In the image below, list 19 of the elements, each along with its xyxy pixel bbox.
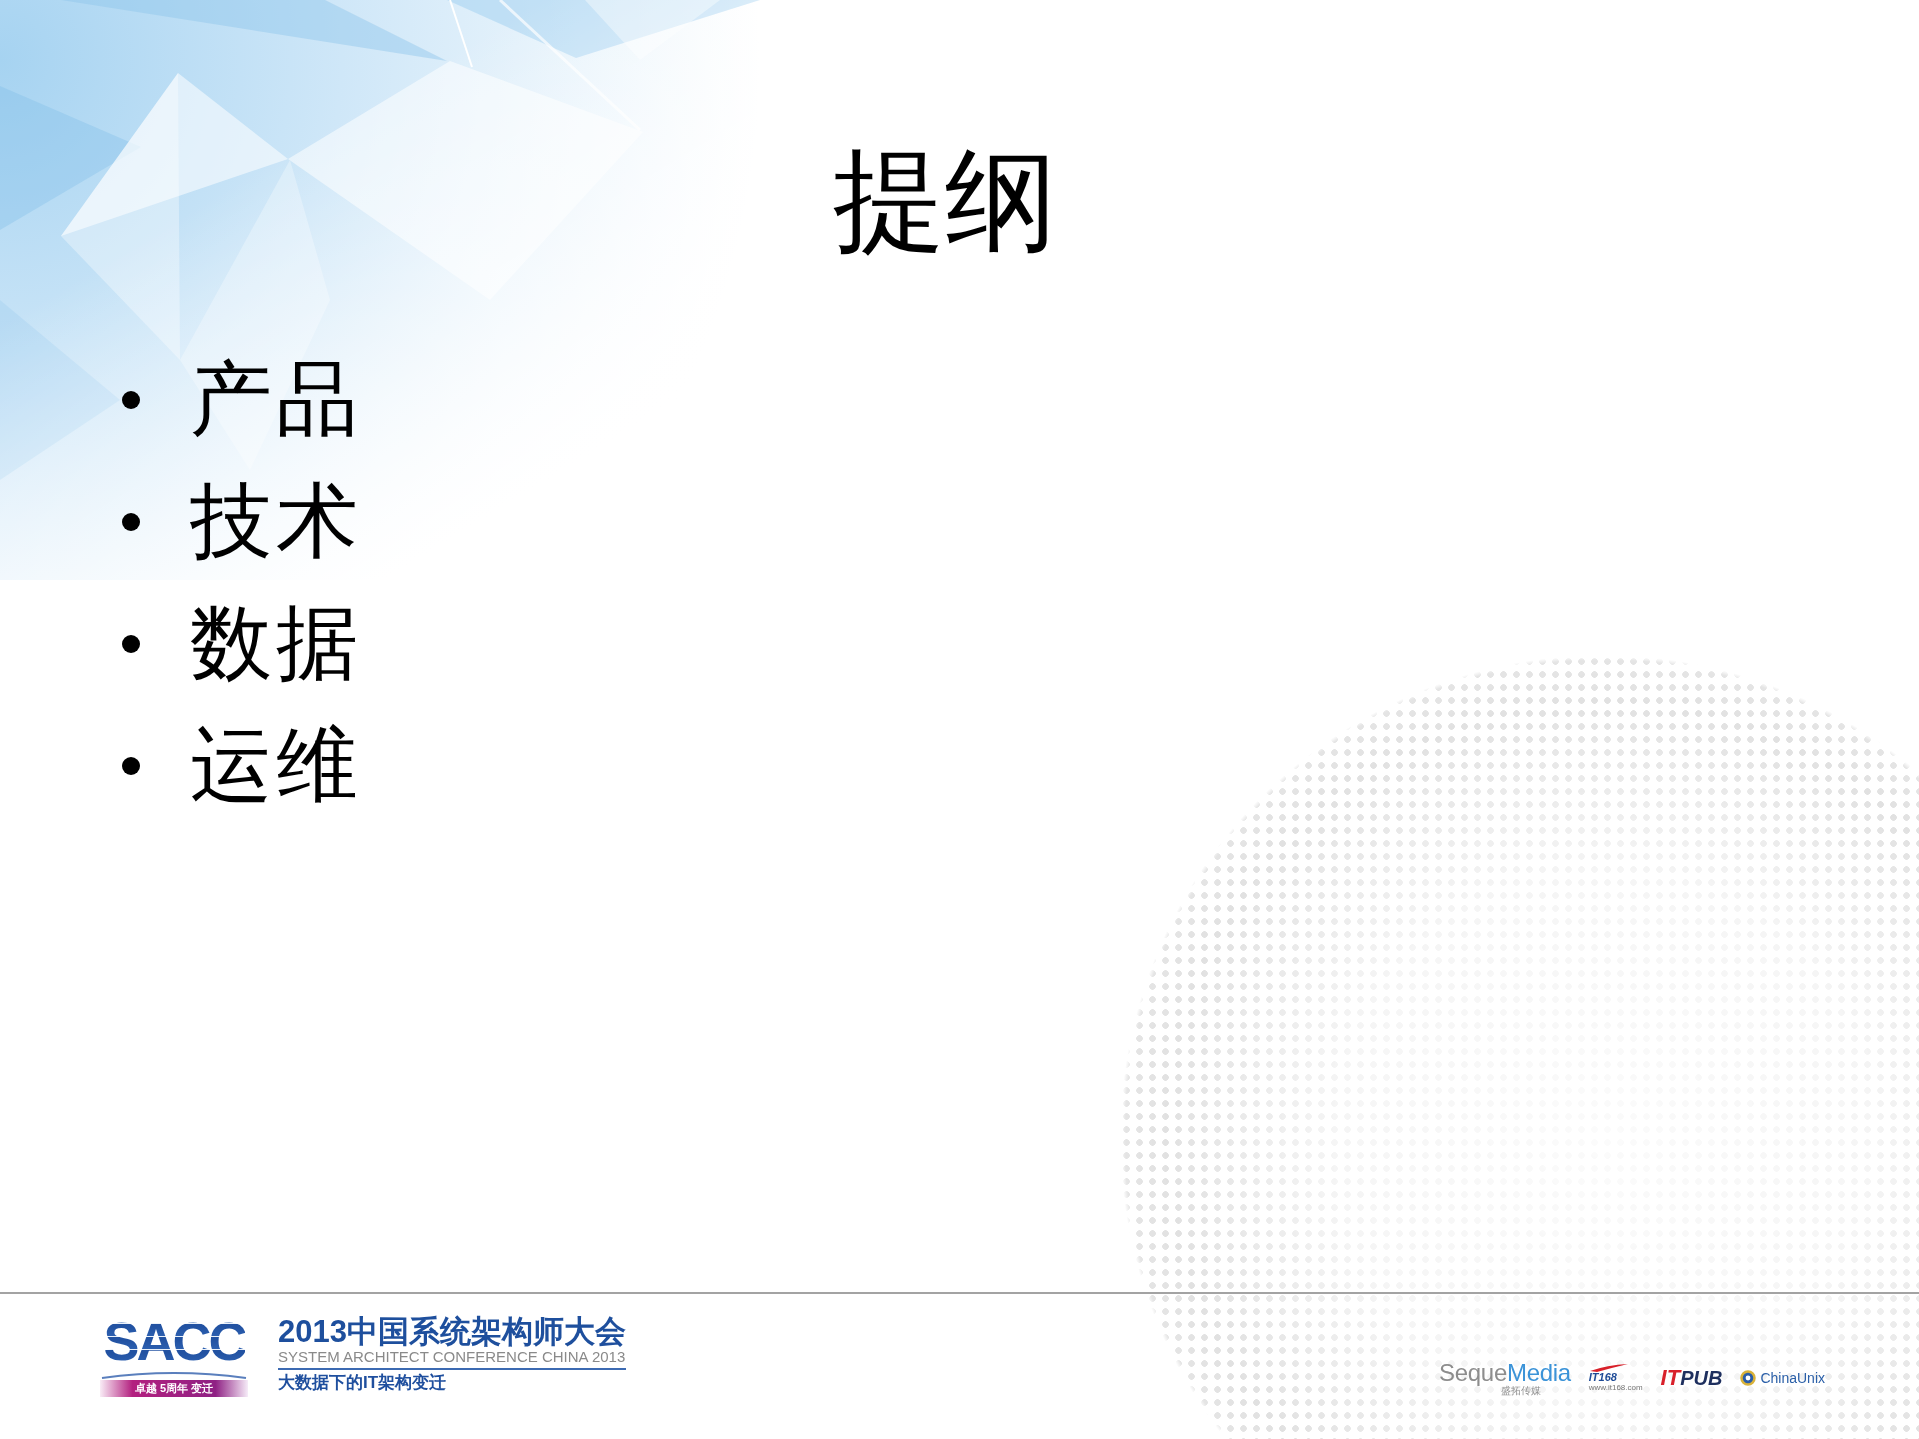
conference-subtitle: SYSTEM ARCHITECT CONFERENCE CHINA 2013 xyxy=(278,1348,626,1370)
bullet-text: 技术 xyxy=(190,477,362,568)
logo-text: IT168 xyxy=(1588,1372,1617,1384)
tagline-badge: 卓越 5周年 变迁 xyxy=(100,1380,248,1397)
bullet-icon xyxy=(122,635,140,654)
logo-text: ITPUB xyxy=(1660,1367,1723,1389)
ring-icon xyxy=(1740,1370,1757,1386)
logo-text: SequeMedia xyxy=(1439,1360,1571,1385)
conference-title: 2013中国系统架构师大会 xyxy=(278,1316,626,1349)
logo-text: ChinaUnix xyxy=(1760,1370,1825,1386)
bullet-text: 运维 xyxy=(190,721,362,812)
bullet-text: 数据 xyxy=(190,599,362,690)
bullet-icon xyxy=(122,757,140,776)
conference-theme: 大数据下的IT架构变迁 xyxy=(278,1372,448,1393)
logo-subtitle: 盛拓传媒 xyxy=(1500,1384,1541,1396)
slide-title: 提纲 xyxy=(832,140,1057,264)
bullet-text: 产品 xyxy=(190,355,362,446)
logo-url: www.it168.com xyxy=(1588,1383,1643,1393)
arc-icon xyxy=(101,1370,247,1379)
